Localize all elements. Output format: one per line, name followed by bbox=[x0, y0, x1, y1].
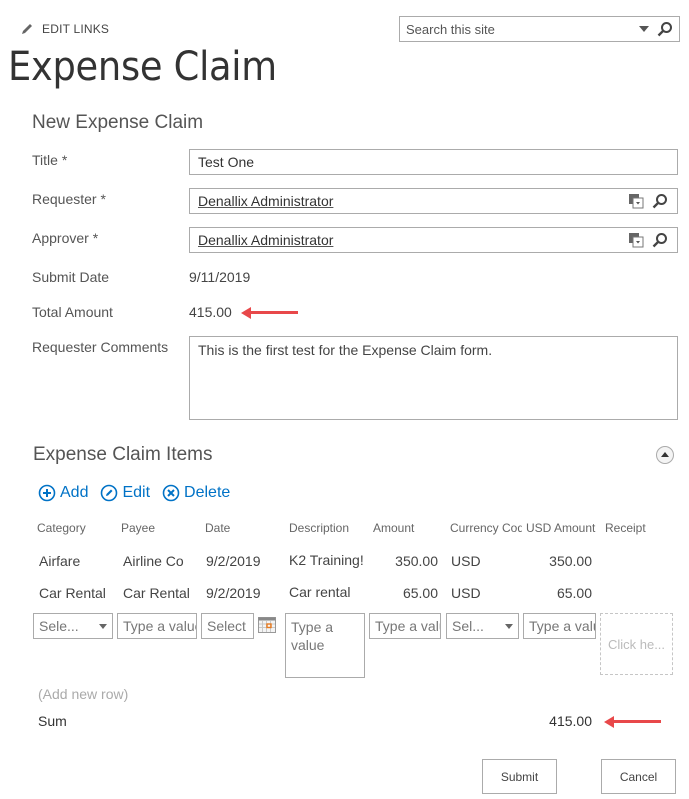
edit-label: Edit bbox=[122, 484, 151, 501]
description-textarea[interactable]: Type a value bbox=[285, 613, 365, 678]
search-icon[interactable] bbox=[657, 21, 673, 37]
column-header-receipt[interactable]: Receipt bbox=[605, 521, 677, 535]
payee-placeholder: Type a value bbox=[123, 618, 197, 634]
form-title: New Expense Claim bbox=[32, 112, 204, 133]
check-names-button[interactable] bbox=[651, 192, 669, 210]
amount-placeholder: Type a value bbox=[375, 618, 440, 634]
cell-date: 9/2/2019 bbox=[206, 553, 261, 569]
add-label: Add bbox=[60, 484, 89, 501]
submit-date-value: 9/11/2019 bbox=[189, 269, 251, 285]
cell-currency: USD bbox=[451, 553, 481, 569]
cell-date: 9/2/2019 bbox=[206, 585, 261, 601]
collapse-section-icon[interactable] bbox=[656, 446, 674, 464]
items-toolbar: Add Edit Delete bbox=[38, 484, 230, 502]
cell-currency: USD bbox=[451, 585, 481, 601]
cell-category: Car Rental bbox=[39, 585, 106, 601]
title-value: Test One bbox=[198, 154, 255, 170]
cell-description: Car rental bbox=[289, 584, 351, 600]
description-placeholder: Type a value bbox=[291, 619, 334, 653]
column-header-usd-amount[interactable]: USD Amount bbox=[526, 521, 598, 535]
edit-item-button[interactable]: Edit bbox=[100, 484, 150, 502]
plus-circle-icon bbox=[38, 484, 56, 502]
browse-button[interactable] bbox=[627, 231, 645, 249]
requester-label: Requester * bbox=[32, 191, 106, 207]
add-new-row-link[interactable]: (Add new row) bbox=[38, 686, 128, 702]
caret-down-icon bbox=[505, 623, 513, 629]
sum-label: Sum bbox=[38, 713, 67, 729]
delete-label: Delete bbox=[184, 484, 231, 501]
x-circle-icon bbox=[162, 484, 180, 502]
address-book-icon bbox=[629, 194, 644, 209]
delete-item-button[interactable]: Delete bbox=[162, 484, 230, 502]
annotation-arrow bbox=[241, 306, 298, 319]
search-input[interactable] bbox=[400, 17, 637, 41]
pencil-icon bbox=[22, 24, 32, 34]
approver-value[interactable]: Denallix Administrator bbox=[198, 232, 621, 248]
search-icon bbox=[652, 233, 667, 248]
caret-down-icon bbox=[639, 26, 649, 32]
date-placeholder: Select bbox=[207, 618, 246, 634]
usd-amount-placeholder: Type a value bbox=[529, 618, 595, 634]
search-box bbox=[399, 16, 680, 42]
date-picker-input[interactable]: Select bbox=[201, 613, 254, 639]
search-scope-dropdown[interactable] bbox=[637, 22, 651, 36]
column-header-payee[interactable]: Payee bbox=[121, 521, 199, 535]
approver-picker[interactable]: Denallix Administrator bbox=[189, 227, 678, 253]
edit-links-label: EDIT LINKS bbox=[42, 22, 110, 36]
cell-usd-amount: 65.00 bbox=[556, 585, 592, 601]
amount-input[interactable]: Type a value bbox=[369, 613, 441, 639]
address-book-icon bbox=[629, 233, 644, 248]
items-section-title: Expense Claim Items bbox=[33, 444, 213, 465]
column-header-currency-code[interactable]: Currency Code bbox=[450, 521, 522, 535]
comments-textarea[interactable]: This is the first test for the Expense C… bbox=[189, 336, 678, 420]
caret-down-icon bbox=[99, 623, 107, 629]
cell-usd-amount: 350.00 bbox=[549, 553, 592, 569]
submit-button[interactable]: Submit bbox=[482, 759, 557, 794]
total-amount-label: Total Amount bbox=[32, 304, 113, 320]
search-icon bbox=[652, 194, 667, 209]
receipt-upload[interactable]: Click he... bbox=[600, 613, 673, 675]
category-dropdown-value: Sele... bbox=[39, 618, 79, 634]
requester-picker[interactable]: Denallix Administrator bbox=[189, 188, 678, 214]
payee-input[interactable]: Type a value bbox=[117, 613, 197, 639]
usd-amount-input[interactable]: Type a value bbox=[523, 613, 596, 639]
site-title: Expense Claim bbox=[8, 44, 277, 90]
title-input[interactable]: Test One bbox=[189, 149, 678, 175]
browse-button[interactable] bbox=[627, 192, 645, 210]
cell-payee: Car Rental bbox=[123, 585, 190, 601]
sum-value: 415.00 bbox=[549, 713, 592, 729]
cell-description: K2 Training! bbox=[289, 552, 364, 568]
cancel-button[interactable]: Cancel bbox=[601, 759, 676, 794]
calendar-icon[interactable] bbox=[258, 617, 276, 633]
submit-date-label: Submit Date bbox=[32, 269, 110, 285]
total-amount-value: 415.00 bbox=[189, 304, 232, 320]
cell-category: Airfare bbox=[39, 553, 81, 569]
currency-dropdown-value: Sel... bbox=[452, 618, 484, 634]
annotation-arrow bbox=[604, 715, 661, 728]
cell-amount: 350.00 bbox=[395, 553, 438, 569]
column-header-category[interactable]: Category bbox=[37, 521, 115, 535]
column-header-date[interactable]: Date bbox=[205, 521, 283, 535]
approver-label: Approver * bbox=[32, 230, 99, 246]
edit-links-button[interactable]: EDIT LINKS bbox=[20, 22, 109, 36]
currency-dropdown[interactable]: Sel... bbox=[446, 613, 519, 639]
edit-circle-icon bbox=[101, 484, 118, 502]
category-dropdown[interactable]: Sele... bbox=[33, 613, 113, 639]
title-label: Title * bbox=[32, 152, 68, 168]
check-names-button[interactable] bbox=[651, 231, 669, 249]
comments-label: Requester Comments bbox=[32, 339, 169, 355]
column-header-description[interactable]: Description bbox=[289, 521, 367, 535]
column-header-amount[interactable]: Amount bbox=[373, 521, 447, 535]
requester-value[interactable]: Denallix Administrator bbox=[198, 193, 621, 209]
cell-payee: Airline Co bbox=[123, 553, 184, 569]
cell-amount: 65.00 bbox=[402, 585, 438, 601]
add-item-button[interactable]: Add bbox=[38, 484, 88, 502]
